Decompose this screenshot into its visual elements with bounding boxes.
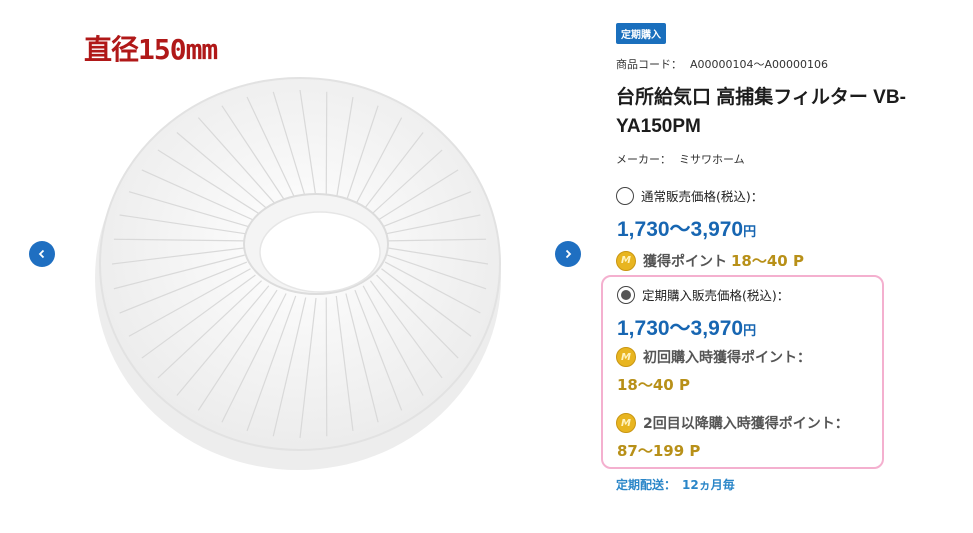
point-coin-icon: M [616,413,636,433]
subscription-price: 1,730〜3,970円 [617,312,756,342]
normal-price-option[interactable]: 通常販売価格(税込)： [616,186,763,205]
repeat-points-label: 2回目以降購入時獲得ポイント： [643,416,849,432]
delivery-cycle: 定期配送： 12ヵ月毎 [616,476,735,493]
filter-pleat [325,91,328,199]
subscription-price-label: 定期購入販売価格(税込)： [642,288,790,303]
product-code-value: A00000104〜A00000106 [690,58,829,71]
subscription-price-value: 1,730〜3,970 [617,317,744,340]
normal-price: 1,730〜3,970円 [617,213,756,243]
normal-price-value: 1,730〜3,970 [617,218,744,241]
maker-value: ミサワホーム [679,153,745,166]
normal-points-value: 18〜40 P [731,252,804,270]
subscription-price-yen: 円 [743,323,757,338]
repeat-points-value: 87〜199 P [617,442,701,460]
product-title: 台所給気口 高捕集フィルター VB-YA150PM [616,87,906,137]
filter-product-image [95,77,501,470]
first-points-value: 18〜40 P [617,376,690,394]
maker-label: メーカー： [616,153,671,166]
repeat-purchase-points: M 2回目以降購入時獲得ポイント： [616,413,849,433]
first-points-label: 初回購入時獲得ポイント： [643,350,811,366]
product-gallery: 直径150mm [0,0,585,500]
first-purchase-points: M 初回購入時獲得ポイント： [616,347,811,367]
product-code: 商品コード： A00000104〜A00000106 [616,56,828,72]
delivery-label: 定期配送： [616,478,677,492]
point-coin-icon: M [616,250,636,271]
normal-price-yen: 円 [743,224,757,239]
normal-price-radio[interactable] [616,186,634,205]
filter-pleat [325,297,328,437]
subscription-badge: 定期購入 [616,23,666,44]
product-code-label: 商品コード： [616,58,682,71]
chevron-right-icon [565,249,572,259]
diameter-label: 直径150mm [84,33,218,66]
normal-points-label: 獲得ポイント [643,253,727,270]
chevron-left-icon [38,249,45,259]
gallery-prev-button[interactable] [29,241,55,267]
gallery-next-button[interactable] [555,241,581,267]
subscription-price-radio[interactable] [617,285,635,304]
maker: メーカー： ミサワホーム [616,151,745,167]
subscription-price-option[interactable]: 定期購入販売価格(税込)： [617,285,789,304]
normal-points: M 獲得ポイント 18〜40 P [616,250,804,271]
delivery-value: 12ヵ月毎 [682,478,735,492]
point-coin-icon: M [616,347,636,367]
normal-price-label: 通常販売価格(税込)： [641,189,764,204]
